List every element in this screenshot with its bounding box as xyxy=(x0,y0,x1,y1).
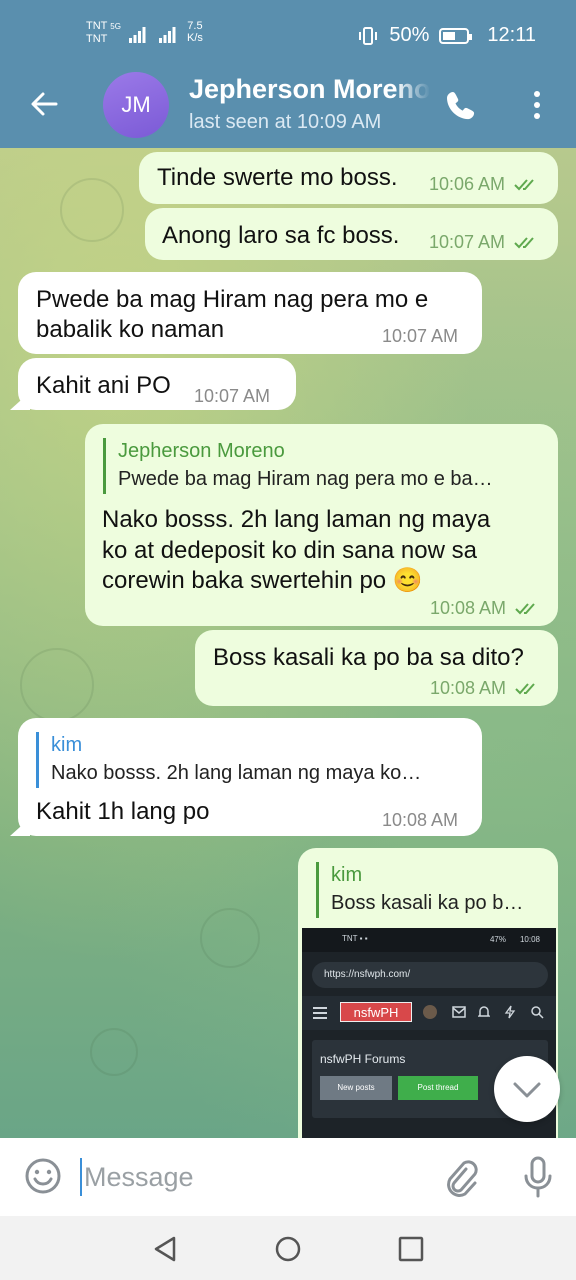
back-arrow-icon[interactable] xyxy=(28,88,60,120)
message-outgoing[interactable]: Tinde swerte mo boss. 10:06 AM xyxy=(139,152,558,204)
scroll-to-bottom-button[interactable] xyxy=(494,1056,560,1122)
phone-icon[interactable] xyxy=(444,88,478,122)
background-doodle xyxy=(20,648,94,722)
reply-author: kim xyxy=(51,734,83,756)
microphone-icon[interactable] xyxy=(522,1156,554,1198)
search-icon xyxy=(531,1006,544,1019)
message-text: Nako bosss. 2h lang laman ng maya xyxy=(102,506,491,533)
double-check-icon xyxy=(515,683,535,695)
message-time: 10:08 AM xyxy=(382,810,459,830)
carrier-labels: TNT 5G TNT xyxy=(86,20,121,45)
chat-header: JM Jepherson Moreno last seen at 10:09 A… xyxy=(0,66,576,148)
status-bar: TNT 5G TNT 7.5 K/s 50% 12:11 xyxy=(0,0,576,66)
message-text: Pwede ba mag Hiram nag pera mo e xyxy=(36,286,429,313)
reply-author: kim xyxy=(331,864,363,886)
background-doodle xyxy=(60,178,124,242)
reply-quote[interactable]: kim Boss kasali ka po b… xyxy=(316,862,523,918)
contact-name[interactable]: Jepherson Moreno xyxy=(189,74,429,105)
signal-icon xyxy=(159,27,176,43)
bolt-icon xyxy=(504,1005,516,1019)
background-doodle xyxy=(200,908,260,968)
paperclip-icon[interactable] xyxy=(442,1157,478,1197)
avatar[interactable]: JM xyxy=(103,72,169,138)
reply-text: Pwede ba mag Hiram nag pera mo e ba… xyxy=(118,468,493,490)
last-seen-status: last seen at 10:09 AM xyxy=(189,111,382,133)
reply-quote[interactable]: Jepherson Moreno Pwede ba mag Hiram nag … xyxy=(103,438,493,494)
double-check-icon xyxy=(514,237,534,249)
chevron-down-icon xyxy=(513,1082,541,1098)
more-vert-icon[interactable] xyxy=(527,88,547,122)
message-text: babalik ko naman xyxy=(36,316,225,343)
screenshot-site-nav: nsfwPH xyxy=(302,996,556,1030)
vibrate-icon xyxy=(359,26,378,45)
forum-title: nsfwPH Forums xyxy=(320,1052,406,1066)
avatar-icon xyxy=(423,1005,437,1019)
message-incoming[interactable]: Pwede ba mag Hiram nag pera mo e babalik… xyxy=(18,272,482,354)
network-speed: 7.5 K/s xyxy=(187,20,203,44)
message-time: 10:07 AM xyxy=(382,326,459,346)
message-input[interactable]: Message xyxy=(80,1158,194,1196)
title-fade xyxy=(395,74,430,108)
message-text: Kahit 1h lang po xyxy=(36,798,210,825)
site-logo: nsfwPH xyxy=(340,1002,412,1022)
reply-quote[interactable]: kim Nako bosss. 2h lang laman ng maya ko… xyxy=(36,732,421,788)
message-incoming[interactable]: kim Nako bosss. 2h lang laman ng maya ko… xyxy=(10,718,482,836)
battery-percent: 50% xyxy=(389,24,430,46)
emoji-icon[interactable] xyxy=(24,1157,62,1195)
battery-icon xyxy=(439,27,473,44)
reply-author: Jepherson Moreno xyxy=(118,440,285,462)
message-composer: Message xyxy=(0,1138,576,1216)
background-doodle xyxy=(90,1028,138,1076)
message-text: corewin baka swertehin po 😊 xyxy=(102,567,423,594)
message-time: 10:07 AM xyxy=(194,386,271,406)
home-circle-icon[interactable] xyxy=(273,1234,303,1264)
message-time: 10:08 AM xyxy=(430,598,541,619)
clock: 12:11 xyxy=(487,24,536,46)
screenshot-status-bar: TNT ▪ ▪ 47% 10:08 xyxy=(302,928,556,952)
message-outgoing[interactable]: Anong laro sa fc boss. 10:07 AM xyxy=(145,208,558,260)
message-text: ko at dedeposit ko din sana now sa xyxy=(102,537,477,564)
message-time: 10:06 AM xyxy=(429,174,540,195)
message-text: Anong laro sa fc boss. xyxy=(162,222,400,249)
message-outgoing[interactable]: Boss kasali ka po ba sa dito? 10:08 AM xyxy=(195,630,558,706)
reply-text: Nako bosss. 2h lang laman ng maya ko… xyxy=(51,762,422,784)
back-triangle-icon[interactable] xyxy=(150,1234,180,1264)
bell-icon xyxy=(478,1006,490,1017)
recents-square-icon[interactable] xyxy=(396,1234,426,1264)
screenshot-url-bar: https://nsfwph.com/ xyxy=(312,962,548,988)
mail-icon xyxy=(452,1006,466,1018)
message-incoming[interactable]: Kahit ani PO 10:07 AM xyxy=(10,358,296,410)
message-time: 10:07 AM xyxy=(429,232,540,253)
double-check-icon xyxy=(514,179,534,191)
double-check-icon xyxy=(515,603,535,615)
signal-icon xyxy=(129,27,146,43)
post-thread-button: Post thread xyxy=(398,1076,478,1100)
message-time: 10:08 AM xyxy=(430,678,541,699)
message-text: Kahit ani PO xyxy=(36,372,171,399)
menu-icon xyxy=(313,1007,327,1019)
system-nav-bar xyxy=(0,1216,576,1280)
smiling-face-emoji: 😊 xyxy=(392,567,423,594)
new-posts-button: New posts xyxy=(320,1076,392,1100)
message-text: Boss kasali ka po ba sa dito? xyxy=(213,644,524,671)
message-outgoing[interactable]: Jepherson Moreno Pwede ba mag Hiram nag … xyxy=(85,424,558,626)
reply-text: Boss kasali ka po b… xyxy=(331,892,524,914)
message-text: Tinde swerte mo boss. xyxy=(157,164,398,191)
